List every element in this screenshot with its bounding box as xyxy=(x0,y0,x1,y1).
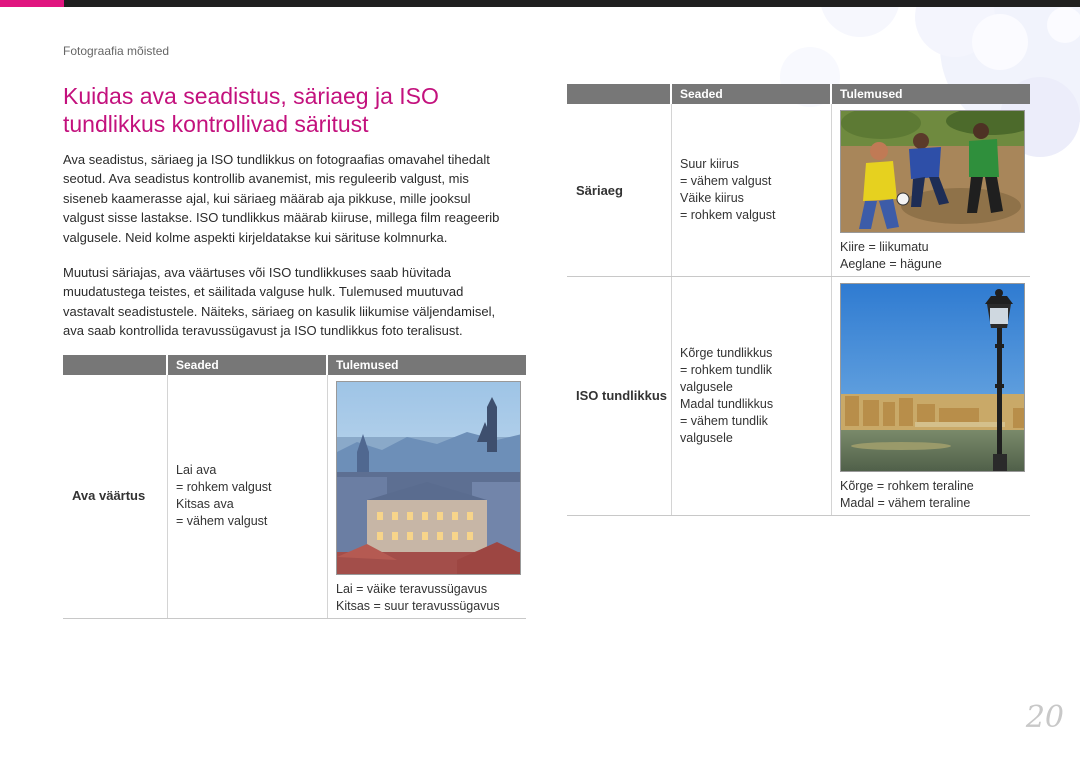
top-bar-accent xyxy=(0,0,64,7)
row-divider xyxy=(567,276,1030,277)
header-results: Tulemused xyxy=(336,358,399,372)
column-divider xyxy=(671,104,672,515)
setting-line: = rohkem valgust xyxy=(680,208,776,222)
compensation-paragraph: Muutusi säriajas, ava väärtuses või ISO … xyxy=(63,263,533,341)
street-lamp-illustration xyxy=(841,284,1024,471)
paragraph-line: Ava seadistus, säriaeg ja ISO tundlikkus… xyxy=(63,152,490,167)
iso-results: Kõrge = rohkem teraline Madal = vähem te… xyxy=(840,478,974,512)
column-divider xyxy=(327,375,328,618)
paragraph-line: siseneb kaamerasse ajal, kui säriaeg mää… xyxy=(63,190,471,206)
aperture-table: Seaded Tulemused Ava väärtus Lai ava = r… xyxy=(63,355,526,620)
setting-line: = rohkem valgust xyxy=(176,480,272,494)
header-settings: Seaded xyxy=(176,358,219,372)
football-illustration xyxy=(841,111,1024,232)
row-label-aperture: Ava väärtus xyxy=(72,488,146,503)
row-divider xyxy=(567,515,1030,516)
shutter-results: Kiire = liikumatu Aeglane = hägune xyxy=(840,239,942,273)
table-header xyxy=(567,84,1030,104)
breadcrumb: Fotograafia mõisted xyxy=(63,44,170,58)
paragraph-line: muudatustega teistes, et säilitada valgu… xyxy=(63,284,464,300)
iso-settings: Kõrge tundlikkus = rohkem tundlik valgus… xyxy=(680,345,773,447)
shutter-iso-table: Seaded Tulemused Säriaeg Suur kiirus = v… xyxy=(567,84,1030,518)
header-settings: Seaded xyxy=(680,87,723,101)
paragraph-line: valgust sisse lastakse. ISO tundlikkus m… xyxy=(63,210,500,226)
result-line: Aeglane = hägune xyxy=(840,257,942,271)
result-line: Kitsas = suur teravussügavus xyxy=(336,599,500,613)
street-lamp-photo xyxy=(840,283,1025,472)
paragraph-line: ava saab kontrollida teravussügavust ja … xyxy=(63,323,463,339)
setting-line: Madal tundlikkus xyxy=(680,397,774,411)
setting-line: Kõrge tundlikkus xyxy=(680,346,773,360)
paragraph-line: vastavalt seadistustele. Näiteks, säriae… xyxy=(63,303,496,319)
setting-line: = vähem valgust xyxy=(176,514,268,528)
city-photo xyxy=(336,381,521,575)
page-number: 20 xyxy=(1025,700,1064,735)
setting-line: = vähem tundlik xyxy=(680,414,768,428)
football-photo xyxy=(840,110,1025,233)
result-line: Kõrge = rohkem teraline xyxy=(840,479,974,493)
setting-line: Suur kiirus xyxy=(680,157,740,171)
column-divider xyxy=(167,375,168,618)
page-title-line: Kuidas ava seadistus, säriaeg ja ISO xyxy=(63,83,439,109)
aperture-settings: Lai ava = rohkem valgust Kitsas ava = vä… xyxy=(176,462,272,530)
result-line: Madal = vähem teraline xyxy=(840,496,971,510)
shutter-settings: Suur kiirus = vähem valgust Väike kiirus… xyxy=(680,156,776,224)
setting-line: Lai ava xyxy=(176,463,217,477)
row-label-iso: ISO tundlikkus xyxy=(576,388,668,403)
setting-line: = vähem valgust xyxy=(680,174,772,188)
paragraph-line: seotud. Ava seadistus kontrollib avanemi… xyxy=(63,171,469,187)
column-divider xyxy=(831,104,832,515)
header-results: Tulemused xyxy=(840,87,903,101)
paragraph-line: Muutusi säriajas, ava väärtuses või ISO … xyxy=(63,265,452,280)
setting-line: valgusele xyxy=(680,431,733,445)
setting-line: Väike kiirus xyxy=(680,191,744,205)
paragraph-line: valgusele. Neid kolme aspekti kirjeldata… xyxy=(63,229,448,245)
setting-line: valgusele xyxy=(680,380,733,394)
row-label-shutter: Säriaeg xyxy=(576,183,623,198)
row-divider xyxy=(63,618,526,619)
setting-line: Kitsas ava xyxy=(176,497,234,511)
intro-paragraph: Ava seadistus, säriaeg ja ISO tundlikkus… xyxy=(63,150,533,247)
result-line: Lai = väike teravussügavus xyxy=(336,582,488,596)
page-title: Kuidas ava seadistus, säriaeg ja ISO tun… xyxy=(63,82,533,138)
table-header xyxy=(63,355,526,375)
top-bar xyxy=(0,0,1080,7)
city-illustration xyxy=(337,382,520,574)
setting-line: = rohkem tundlik xyxy=(680,363,773,377)
result-line: Kiire = liikumatu xyxy=(840,240,929,254)
page-title-line: tundlikkus kontrollivad säritust xyxy=(63,111,369,137)
aperture-results: Lai = väike teravussügavus Kitsas = suur… xyxy=(336,581,500,615)
